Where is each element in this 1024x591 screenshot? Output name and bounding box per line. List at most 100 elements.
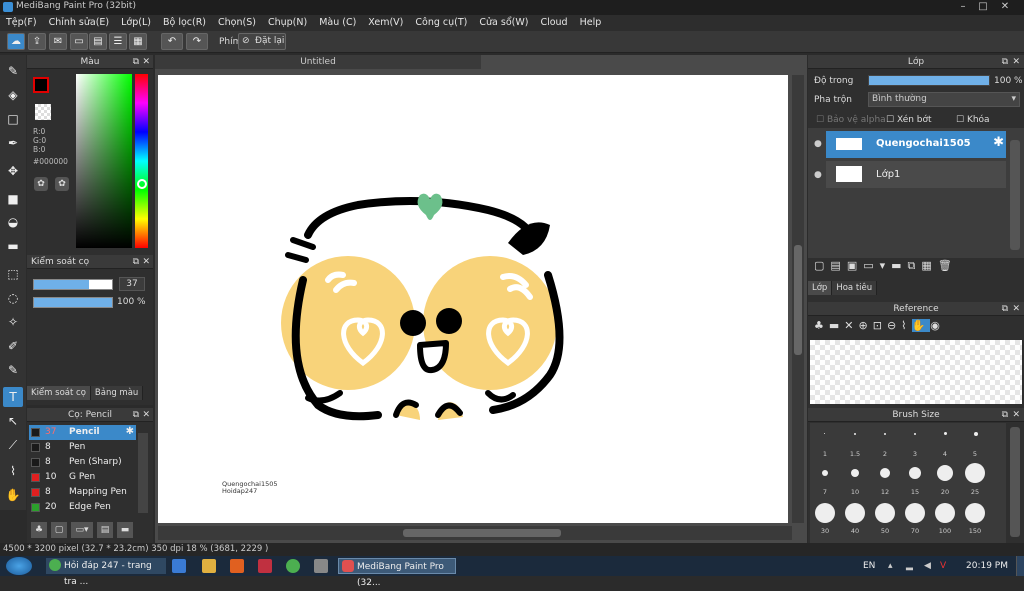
popout-icon[interactable]: ⧉ — [1002, 408, 1008, 422]
folder-icon[interactable]: ▬ — [117, 522, 133, 538]
new-layer-icon[interactable]: ▢ — [814, 259, 830, 272]
hand-icon[interactable]: ✋ — [3, 485, 23, 505]
layer-opacity-slider[interactable] — [868, 75, 990, 86]
tab-brush-control[interactable]: Kiểm soát cọ — [27, 386, 91, 400]
magic-wand-icon[interactable]: ✧ — [3, 312, 23, 332]
layer-scrollbar[interactable] — [1010, 140, 1020, 250]
document-tab[interactable]: Untitled — [155, 55, 481, 69]
size-dot[interactable] — [851, 469, 859, 477]
panel-close-icon[interactable]: ✕ — [1012, 408, 1020, 422]
popout-icon[interactable]: ⧉ — [1002, 302, 1008, 316]
app-icon[interactable] — [258, 559, 272, 573]
vertical-scroll-thumb[interactable] — [794, 245, 802, 355]
bucket-icon[interactable]: ◒ — [3, 212, 23, 232]
saturation-value-picker[interactable] — [76, 74, 132, 248]
tab-layer[interactable]: Lớp — [808, 281, 833, 295]
duplicate-layer-icon[interactable]: ⧉ — [908, 259, 922, 272]
menu-edit[interactable]: Chỉnh sửa(E) — [43, 15, 116, 31]
show-desktop-button[interactable] — [1016, 556, 1024, 576]
new-1bit-layer-icon[interactable]: ▣ — [847, 259, 863, 272]
size-dot[interactable] — [905, 503, 925, 523]
gradient-icon[interactable]: ▬ — [3, 236, 23, 256]
tab-navigator[interactable]: Hoa tiêu — [832, 281, 878, 295]
panel-close-icon[interactable]: ✕ — [142, 408, 150, 422]
chrome-icon[interactable] — [286, 559, 300, 573]
zoom-in-icon[interactable]: ⊕ — [859, 319, 873, 332]
lasso-icon[interactable]: ◌ — [3, 288, 23, 308]
menu-file[interactable]: Tệp(F) — [0, 15, 43, 31]
close-icon[interactable]: ✕ — [998, 1, 1012, 13]
explorer-icon[interactable] — [202, 559, 216, 573]
gear-icon[interactable]: ✱ — [993, 135, 1004, 150]
size-dot[interactable] — [909, 467, 921, 479]
size-dot[interactable] — [854, 433, 856, 435]
network-icon[interactable]: ▂ — [906, 558, 913, 574]
menu-cloud[interactable]: Cloud — [534, 15, 573, 31]
size-dot[interactable] — [965, 503, 985, 523]
rotate-icon[interactable]: ◉ — [930, 319, 945, 332]
popout-icon[interactable]: ⧉ — [133, 55, 139, 69]
eye-icon[interactable]: ● — [814, 139, 822, 149]
start-button[interactable] — [6, 557, 32, 575]
palette-icon[interactable]: ✿ — [34, 177, 48, 191]
blend-mode-select[interactable]: Bình thường ▾ — [868, 92, 1020, 107]
layer-menu-icon[interactable]: ▭▾ — [863, 259, 891, 272]
panel-close-icon[interactable]: ✕ — [1012, 55, 1020, 69]
protect-alpha-checkbox[interactable]: ☐ Bảo vệ alpha — [816, 115, 886, 125]
text-icon[interactable]: T — [3, 387, 23, 407]
size-dot[interactable] — [815, 503, 835, 523]
menu-select[interactable]: Chọn(S) — [212, 15, 262, 31]
clipping-checkbox[interactable]: ☐ Xén bớt — [886, 115, 932, 125]
brush-file-icon[interactable]: ▤ — [97, 522, 113, 538]
list-icon[interactable]: ☰ — [109, 33, 127, 50]
document-icon[interactable]: ▤ — [89, 33, 107, 50]
size-dot[interactable] — [875, 503, 895, 523]
size-dot[interactable] — [944, 432, 947, 435]
antivirus-icon[interactable]: V — [940, 558, 946, 574]
eraser-icon[interactable]: ◈ — [3, 85, 23, 105]
menu-snap[interactable]: Chụp(N) — [262, 15, 313, 31]
share-icon[interactable]: ⇪ — [28, 33, 46, 50]
popout-icon[interactable]: ⧉ — [1002, 55, 1008, 69]
brush-size-value[interactable]: 37 — [119, 277, 145, 291]
app-icon[interactable] — [314, 559, 328, 573]
size-dot[interactable] — [965, 463, 985, 483]
menu-filter[interactable]: Bộ lọc(R) — [157, 15, 212, 31]
gear-icon[interactable]: ✱ — [126, 426, 134, 437]
fit-icon[interactable]: ⊡ — [873, 319, 887, 332]
primary-color-swatch[interactable] — [33, 77, 49, 93]
popout-icon[interactable]: ⧉ — [133, 408, 139, 422]
brush-list-scrollbar[interactable] — [138, 433, 148, 513]
brush-menu-icon[interactable]: ▭▾ — [71, 522, 93, 538]
menu-help[interactable]: Help — [574, 15, 608, 31]
operation-icon[interactable]: ↖ — [3, 411, 23, 431]
page-icon[interactable]: ▭ — [70, 33, 88, 50]
size-dot[interactable] — [974, 432, 978, 436]
add-reference-icon[interactable]: ♣ — [814, 319, 829, 332]
brush-item[interactable]: 37 Pencil ✱ — [29, 425, 136, 440]
redo-icon[interactable]: ↷ — [186, 33, 208, 50]
clock[interactable]: 20:19 PM — [966, 558, 1008, 574]
brush-size-scrollbar[interactable] — [1010, 427, 1020, 537]
comment-icon[interactable]: ✉ — [49, 33, 67, 50]
maximize-icon[interactable]: □ — [976, 1, 990, 13]
popout-icon[interactable]: ⧉ — [133, 255, 139, 269]
tray-arrow-icon[interactable]: ▴ — [888, 558, 893, 574]
add-brush-icon[interactable]: ♣ — [31, 522, 47, 538]
size-dot[interactable] — [884, 433, 886, 435]
hue-slider[interactable] — [135, 74, 148, 248]
reset-button[interactable]: ⊘ Đặt lại — [238, 33, 286, 50]
brush-opacity-slider[interactable] — [33, 297, 113, 308]
layer-folder-icon[interactable]: ▬ — [891, 259, 907, 272]
drawing-canvas[interactable]: Quengochai1505 Hoidap247 — [158, 75, 788, 523]
lock-checkbox[interactable]: ☐ Khóa — [956, 115, 990, 125]
pen-icon[interactable]: ✒ — [3, 133, 23, 153]
fill-rect-icon[interactable]: ■ — [3, 189, 23, 209]
tab-color-palette[interactable]: Bảng màu — [90, 386, 144, 400]
size-dot[interactable] — [937, 465, 953, 481]
layer-item[interactable]: Lớp1 — [826, 161, 1006, 188]
brush-item[interactable]: 8 Mapping Pen — [29, 485, 136, 500]
select-rect-icon[interactable]: ⬚ — [3, 264, 23, 284]
panel-close-icon[interactable]: ✕ — [1012, 302, 1020, 316]
rectangle-icon[interactable]: □ — [3, 109, 23, 129]
